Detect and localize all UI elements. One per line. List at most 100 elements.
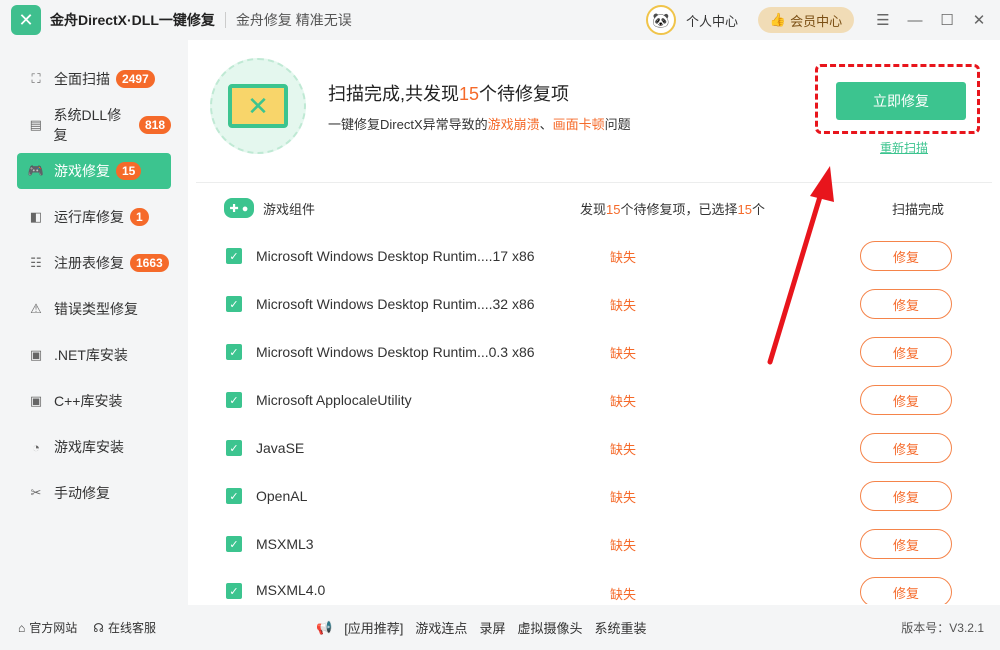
sidebar-item-label: 游戏库安装 [54,439,124,455]
minimize-icon[interactable]: — [900,5,930,35]
count-badge: 15 [116,162,142,180]
item-name: MSXML4.0 [256,582,326,598]
recommend-label: [应用推荐] [344,621,404,636]
sidebar-item-label: 手动修复 [54,485,110,501]
sidebar-item-label: .NET库安装 [54,347,128,363]
item-status: 缺失 [610,249,637,265]
title-divider [224,12,226,28]
sidebar-item-label: 注册表修复 [54,255,124,271]
list-item: ✓ Microsoft Windows Desktop Runtim....32… [226,280,966,328]
main-panel: ✕ 扫描完成,共发现15个待修复项 一键修复DirectX异常导致的游戏崩溃、画… [188,40,1000,605]
list-item: ✓ Microsoft ApplocaleUtility 缺失 修复 [226,376,966,424]
item-checkbox[interactable]: ✓ [226,440,242,456]
official-site-link[interactable]: ⌂ 官方网站 [18,619,77,636]
sidebar-item-registry[interactable]: ☷ 注册表修复 1663 [17,245,171,281]
title-right-area: 🐼 个人中心 👍 会员中心 ☰ — ☐ ✕ [645,0,1000,40]
footer-bar: ⌂ 官方网站 ☊ 在线客服 📢 [应用推荐] 游戏连点 录屏 虚拟摄像头 系统重装 … [0,605,1000,650]
list-item: ✓ Microsoft Windows Desktop Runtim...0.3… [226,328,966,376]
item-status: 缺失 [610,345,637,361]
found-count: 15 [606,201,621,217]
megaphone-icon: 📢 [316,619,333,635]
gamepad-icon: ✚ ● [224,198,254,218]
item-status: 缺失 [610,393,637,409]
footer-link-system-reinstall[interactable]: 系统重装 [594,618,646,637]
gamepad-icon: 🎮 [27,163,45,178]
sidebar-item-label: C++库安装 [54,393,123,409]
selected-count: 15 [737,201,752,217]
version-label: 版本号：V3.2.1 [901,621,984,635]
sidebar-item-cpp[interactable]: ▣ C++库安装 [17,383,171,419]
sidebar-item-label: 错误类型修复 [54,301,138,317]
list-item: ✓ JavaSE 缺失 修复 [226,424,966,472]
item-status: 缺失 [610,537,637,553]
repair-button[interactable]: 修复 [860,481,952,511]
count-badge: 1 [130,208,149,226]
app-logo-icon: ✕ [11,5,41,35]
item-checkbox[interactable]: ✓ [226,488,242,504]
sub-prefix: 一键修复DirectX异常导致的 [328,117,488,132]
count-badge: 818 [138,116,171,134]
issue-count: 15 [459,84,480,104]
count-badge: 2497 [116,70,155,88]
rescan-link[interactable]: 重新扫描 [880,139,928,156]
footer-recommend: 📢 [应用推荐] 游戏连点 录屏 虚拟摄像头 系统重装 [316,618,646,637]
sidebar-item-label: 运行库修复 [54,209,124,225]
title-bar: ✕ 金舟DirectX·DLL一键修复 金舟修复 精准无误 🐼 个人中心 👍 会… [0,0,1000,40]
sub-highlight-lag: 画面卡顿 [552,117,605,132]
item-name: JavaSE [256,440,305,456]
count-badge: 1663 [130,254,169,272]
sidebar-item-dotnet[interactable]: ▣ .NET库安装 [17,337,171,373]
item-checkbox[interactable]: ✓ [226,344,242,360]
item-checkbox[interactable]: ✓ [226,392,242,408]
repair-button[interactable]: 修复 [860,289,952,319]
sidebar-item-manual[interactable]: ✂ 手动修复 [17,475,171,511]
footer-link-virtual-camera[interactable]: 虚拟摄像头 [517,618,582,637]
sidebar: ⛶ 全面扫描 2497 ▤ 系统DLL修复 818 🎮 游戏修复 15 ◧ 运行… [0,40,188,605]
pacman-icon: ◔ [32,439,40,455]
footer-link-screen-record[interactable]: 录屏 [479,618,505,637]
repair-button[interactable]: 修复 [860,385,952,415]
found-suffix: 个 [751,201,765,217]
repair-button[interactable]: 修复 [860,529,952,559]
item-name: Microsoft Windows Desktop Runtim....17 x… [256,248,535,264]
avatar-icon[interactable]: 🐼 [645,5,676,35]
item-status: 缺失 [610,587,637,602]
status-header: 扫描完成 [892,201,945,217]
sidebar-item-game-lib[interactable]: ◔ 游戏库安装 [17,429,171,465]
sidebar-item-error-type[interactable]: ⚠ 错误类型修复 [17,291,171,327]
personal-center-link[interactable]: 个人中心 [686,11,738,30]
maximize-icon[interactable]: ☐ [932,5,962,35]
sidebar-item-game-repair[interactable]: 🎮 游戏修复 15 [17,153,171,189]
scan-icon: ⛶ [31,71,41,86]
repair-button[interactable]: 修复 [860,337,952,367]
item-checkbox[interactable]: ✓ [226,583,242,599]
group-label: 游戏组件 [263,201,316,217]
official-site-label: 官方网站 [29,621,78,635]
sidebar-item-full-scan[interactable]: ⛶ 全面扫描 2497 [17,61,171,97]
close-icon[interactable]: ✕ [964,5,994,35]
warning-icon: ⚠ [30,301,42,316]
sidebar-item-system-dll[interactable]: ▤ 系统DLL修复 818 [17,107,171,143]
online-service-link[interactable]: ☊ 在线客服 [93,619,156,636]
repair-button[interactable]: 修复 [860,433,952,463]
vip-center-button[interactable]: 👍 会员中心 [758,7,854,33]
list-item: ✓ Microsoft Windows Desktop Runtim....17… [226,232,966,280]
item-status: 缺失 [610,297,637,313]
sub-highlight-crash: 游戏崩溃 [487,117,540,132]
item-checkbox[interactable]: ✓ [226,248,242,264]
list-header: ✚ ● 游戏组件 发现15个待修复项，已选择15个 扫描完成 [196,184,992,232]
app-slogan: 金舟修复 精准无误 [235,12,352,28]
cpp-icon: ▣ [29,393,43,408]
item-checkbox[interactable]: ✓ [226,536,242,552]
item-checkbox[interactable]: ✓ [226,296,242,312]
red-dashed-highlight [815,64,980,134]
menu-icon[interactable]: ☰ [868,5,898,35]
footer-link-auto-clicker[interactable]: 游戏连点 [415,618,467,637]
item-name: MSXML3 [256,536,314,552]
sidebar-item-runtime[interactable]: ◧ 运行库修复 1 [17,199,171,235]
sidebar-item-label: 全面扫描 [54,71,110,87]
repair-button[interactable]: 修复 [860,241,952,271]
list-icon: ☷ [30,255,42,270]
item-name: Microsoft Windows Desktop Runtim...0.3 x… [256,344,535,360]
repair-button[interactable]: 修复 [860,577,952,604]
